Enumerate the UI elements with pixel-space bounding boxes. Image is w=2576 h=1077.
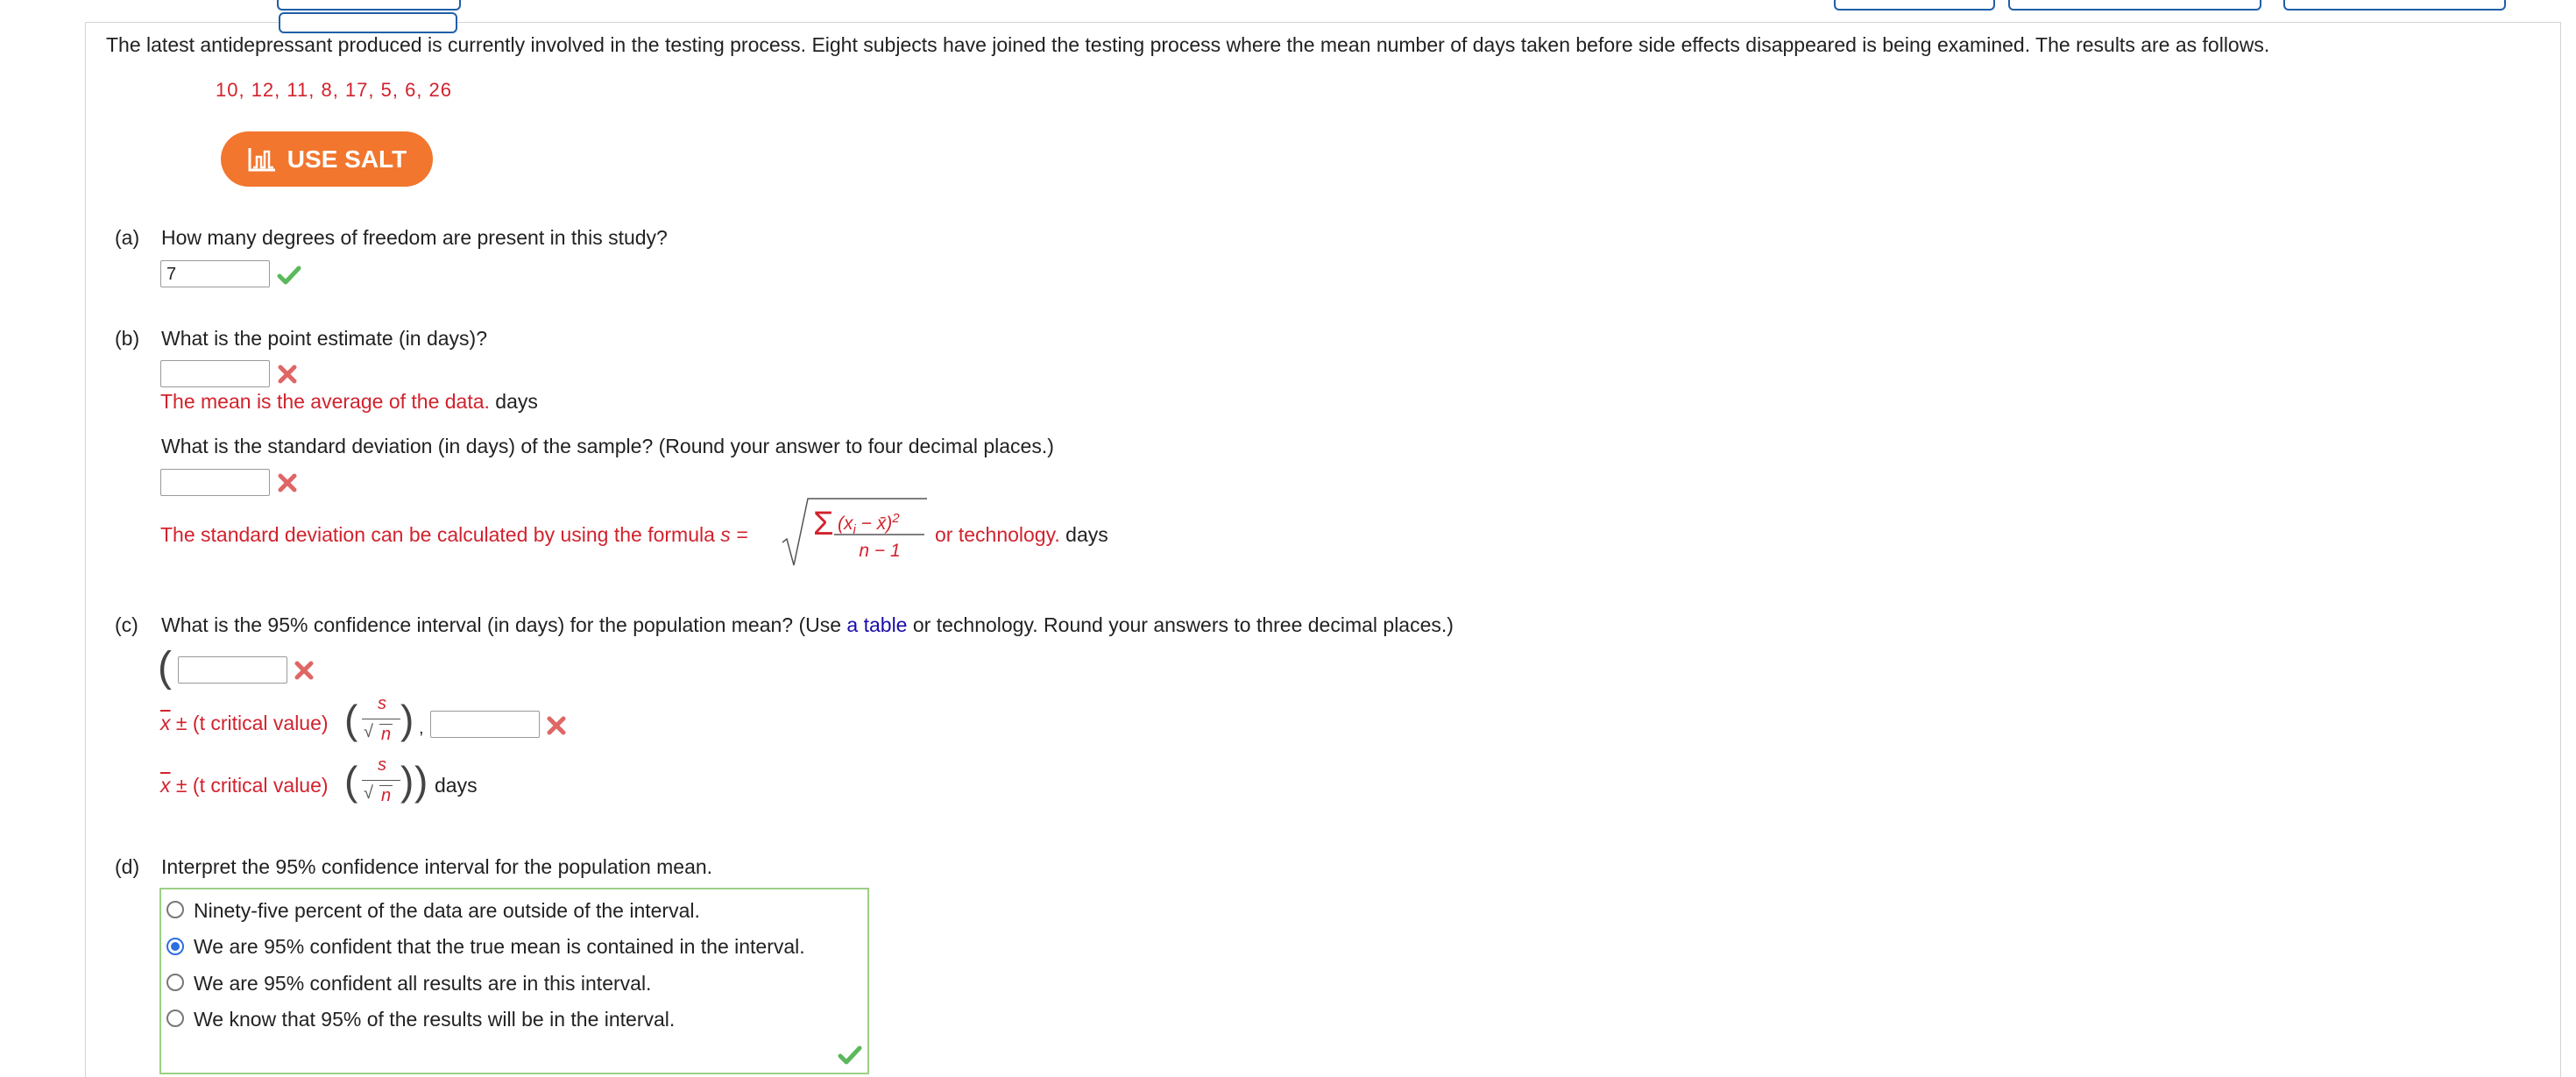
option-radio-4[interactable] <box>166 1010 184 1027</box>
incorrect-x-icon <box>294 661 314 680</box>
sd-unit: days <box>1065 523 1108 546</box>
sqrt-icon: √ <box>364 783 373 803</box>
correct-check-icon <box>838 1045 862 1065</box>
ci-unit: days <box>435 774 478 797</box>
use-salt-button[interactable]: USE SALT <box>221 131 433 187</box>
correct-check-icon <box>277 266 301 285</box>
sqrt-icon: √ <box>364 722 373 741</box>
option-label-4[interactable]: We know that 95% of the results will be … <box>194 1008 675 1031</box>
ci-upper-input[interactable] <box>430 711 540 738</box>
standard-deviation-input[interactable] <box>160 469 270 496</box>
sd-hint: The standard deviation can be calculated… <box>160 523 748 546</box>
top-button-4[interactable] <box>2283 0 2506 11</box>
point-estimate-unit: days <box>495 390 538 413</box>
option-label-2[interactable]: We are 95% confident that the true mean … <box>194 935 805 959</box>
part-c-label: (c) <box>115 613 138 636</box>
data-values: 10, 12, 11, 8, 17, 5, 6, 26 <box>216 79 452 101</box>
incorrect-x-icon <box>547 716 566 735</box>
open-paren: ( <box>158 644 172 691</box>
option-radio-2[interactable] <box>166 938 184 955</box>
ci-upper-fraction: ( s √ n ) ) <box>344 755 428 805</box>
part-b-question: What is the point estimate (in days)? <box>161 327 487 350</box>
incorrect-x-icon <box>278 365 297 384</box>
part-d-label: (d) <box>115 855 140 878</box>
option-label-3[interactable]: We are 95% confident all results are in … <box>194 972 651 996</box>
part-c-question: What is the 95% confidence interval (in … <box>161 613 1454 636</box>
ci-lower-fraction: ( s √ n ) <box>344 694 414 744</box>
part-a-question: How many degrees of freedom are present … <box>161 226 668 249</box>
part-a-label: (a) <box>115 226 140 249</box>
sd-formula-denominator: n − 1 <box>859 541 901 561</box>
incorrect-x-icon <box>278 473 297 492</box>
option-label-1[interactable]: Ninety-five percent of the data are outs… <box>194 899 700 923</box>
part-b-label: (b) <box>115 327 140 350</box>
ci-upper-hint: x ± (t critical value) <box>160 774 329 797</box>
comma: , <box>419 719 424 738</box>
top-button-2[interactable] <box>1834 0 1995 11</box>
point-estimate-hint: The mean is the average of the data. <box>160 390 490 413</box>
part-d-question: Interpret the 95% confidence interval fo… <box>161 855 713 878</box>
ci-lower-hint: x ± (t critical value) <box>160 712 329 734</box>
use-salt-label: USE SALT <box>287 145 407 173</box>
sd-question: What is the standard deviation (in days)… <box>161 435 1054 457</box>
point-estimate-input[interactable] <box>160 360 270 387</box>
problem-text: The latest antidepressant produced is cu… <box>106 33 2270 56</box>
sigma-icon: Σ <box>813 506 834 542</box>
degrees-of-freedom-input[interactable]: 7 <box>160 260 270 287</box>
salt-chart-icon <box>248 147 275 171</box>
top-button-3[interactable] <box>2008 0 2261 11</box>
table-link[interactable]: a table <box>846 613 907 636</box>
top-nav-button[interactable] <box>279 12 457 33</box>
sd-tail: or technology. <box>935 523 1060 546</box>
option-radio-3[interactable] <box>166 974 184 991</box>
option-radio-1[interactable] <box>166 901 184 918</box>
top-button-1[interactable] <box>277 0 461 11</box>
ci-lower-input[interactable] <box>178 656 287 684</box>
sd-formula: Σ (xi − x̄)2 n − 1 <box>780 497 929 567</box>
